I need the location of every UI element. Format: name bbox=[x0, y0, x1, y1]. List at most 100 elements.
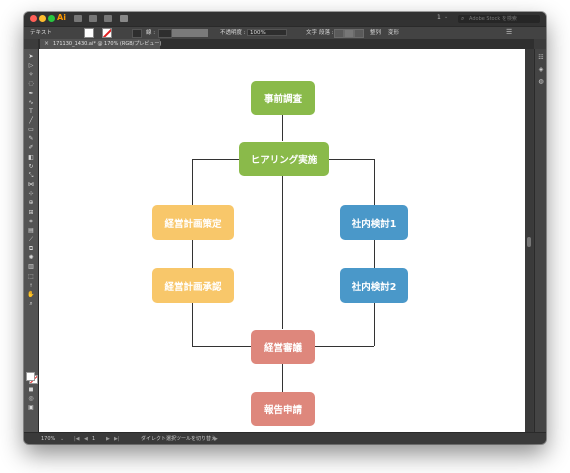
first-artboard-icon[interactable]: |◀ bbox=[74, 435, 80, 443]
search-placeholder: Adobe Stock を検索 bbox=[469, 16, 517, 22]
document-tab-bar: × 171130_1430.ai* @ 170% (RGB/プレビュー) bbox=[38, 39, 534, 49]
symbol-sprayer-tool-icon[interactable]: ✺ bbox=[27, 254, 35, 261]
bridge-icon[interactable] bbox=[74, 15, 82, 22]
arrange-documents-icon[interactable] bbox=[104, 15, 112, 22]
layers-panel-icon[interactable]: ◈ bbox=[538, 67, 544, 73]
eraser-tool-icon[interactable]: ◧ bbox=[27, 154, 35, 161]
color-mode-icon[interactable]: ◼ bbox=[27, 386, 35, 393]
next-artboard-icon[interactable]: ▶ bbox=[106, 435, 110, 443]
direct-selection-tool-icon[interactable]: ▷ bbox=[27, 62, 35, 69]
status-bar: 170% ⌄ |◀ ◀ 1 ▶ ▶| ダイレクト選択ツールを切り替え ▶ bbox=[24, 432, 546, 444]
paragraph-label[interactable]: 段落 : bbox=[319, 29, 334, 37]
mesh-tool-icon[interactable]: ⌗ bbox=[27, 218, 35, 225]
transform-label[interactable]: 変形 bbox=[388, 29, 399, 37]
status-arrow-icon[interactable]: ▶ bbox=[214, 435, 218, 443]
connector-line bbox=[374, 159, 375, 346]
node-plan-draft[interactable]: 経営計画策定 bbox=[152, 205, 234, 240]
shape-builder-tool-icon[interactable]: ⊕ bbox=[27, 199, 35, 206]
stroke-label: 線 : bbox=[146, 30, 156, 36]
scale-tool-icon[interactable]: ⤡ bbox=[27, 172, 35, 179]
arrange-label[interactable]: 整列 bbox=[370, 29, 381, 37]
connector-line bbox=[192, 159, 239, 160]
app-logo: Ai bbox=[57, 13, 66, 22]
properties-panel-icon[interactable]: ☷ bbox=[538, 55, 544, 61]
close-window-button[interactable] bbox=[30, 15, 37, 22]
graph-tool-icon[interactable]: ▥ bbox=[27, 263, 35, 270]
node-internal-review-2[interactable]: 社内検討2 bbox=[340, 268, 408, 303]
node-pre-survey[interactable]: 事前調査 bbox=[251, 81, 315, 115]
gradient-tool-icon[interactable]: ▤ bbox=[27, 227, 35, 234]
node-management-review[interactable]: 経営審議 bbox=[251, 330, 315, 364]
type-tool-icon[interactable]: T bbox=[27, 108, 35, 115]
zoom-dropdown-icon[interactable]: ⌄ bbox=[60, 435, 64, 443]
node-hearing[interactable]: ヒアリング実施 bbox=[239, 142, 329, 176]
magic-wand-tool-icon[interactable]: ✧ bbox=[27, 71, 35, 78]
stroke-weight-field[interactable] bbox=[158, 29, 172, 38]
align-center-button[interactable] bbox=[344, 29, 354, 38]
page-number: 1 bbox=[437, 14, 441, 21]
connector-line bbox=[192, 159, 193, 346]
character-label[interactable]: 文字 bbox=[306, 29, 317, 37]
connector-line bbox=[315, 346, 374, 347]
shaper-tool-icon[interactable]: ✐ bbox=[27, 144, 35, 151]
perspective-grid-tool-icon[interactable]: ⊞ bbox=[27, 209, 35, 216]
minimize-window-button[interactable] bbox=[39, 15, 46, 22]
previous-artboard-icon[interactable]: ◀ bbox=[84, 435, 88, 443]
slice-tool-icon[interactable]: ⟊ bbox=[27, 282, 35, 289]
hand-tool-icon[interactable]: ✋ bbox=[27, 291, 35, 298]
gpu-icon[interactable] bbox=[120, 15, 128, 22]
stroke-color-swatch[interactable] bbox=[102, 28, 112, 38]
eyedropper-tool-icon[interactable]: ⟋ bbox=[27, 236, 35, 243]
node-internal-review-1[interactable]: 社内検討1 bbox=[340, 205, 408, 240]
fill-swatch[interactable] bbox=[26, 372, 35, 381]
blend-tool-icon[interactable]: ⧉ bbox=[27, 245, 35, 252]
page-dropdown-icon[interactable]: ⌄ bbox=[444, 14, 448, 20]
opacity-field[interactable]: 100% bbox=[247, 29, 287, 36]
connector-line bbox=[282, 176, 283, 329]
width-tool-icon[interactable]: ⋈ bbox=[27, 181, 35, 188]
connector-line bbox=[329, 159, 374, 160]
status-tool-hint: ダイレクト選択ツールを切り替え bbox=[141, 436, 217, 442]
curvature-tool-icon[interactable]: ∿ bbox=[27, 99, 35, 106]
node-plan-approval[interactable]: 経営計画承認 bbox=[152, 268, 234, 303]
vertical-scroll-thumb[interactable] bbox=[527, 237, 531, 247]
pen-tool-icon[interactable]: ✒ bbox=[27, 90, 35, 97]
zoom-window-button[interactable] bbox=[48, 15, 55, 22]
screen-mode-icon[interactable]: ▣ bbox=[27, 404, 35, 411]
stock-icon[interactable] bbox=[89, 15, 97, 22]
selection-tool-icon[interactable]: ➤ bbox=[27, 53, 35, 60]
stock-search-input[interactable]: ⌕ Adobe Stock を検索 bbox=[458, 15, 540, 23]
vertical-scrollbar[interactable] bbox=[525, 49, 533, 432]
line-tool-icon[interactable]: ╱ bbox=[27, 117, 35, 124]
last-artboard-icon[interactable]: ▶| bbox=[114, 435, 120, 443]
zoom-tool-icon[interactable]: ⌕ bbox=[27, 300, 35, 307]
opacity-label: 不透明度 : bbox=[220, 30, 246, 36]
close-tab-icon[interactable]: × bbox=[44, 39, 49, 49]
connector-line bbox=[282, 364, 283, 392]
lasso-tool-icon[interactable]: ◌ bbox=[27, 80, 35, 87]
align-left-button[interactable] bbox=[334, 29, 344, 38]
zoom-level[interactable]: 170% bbox=[41, 435, 55, 443]
selection-type-label: テキスト bbox=[30, 30, 52, 36]
title-bar: Ai 1 ⌄ ⌕ Adobe Stock を検索 bbox=[24, 12, 546, 26]
align-right-button[interactable] bbox=[354, 29, 364, 38]
rectangle-tool-icon[interactable]: ▭ bbox=[27, 126, 35, 133]
tools-panel: ➤ ▷ ✧ ◌ ✒ ∿ T ╱ ▭ ✎ ✐ ◧ ↻ ⤡ ⋈ ⊹ ⊕ ⊞ ⌗ ▤ … bbox=[24, 49, 39, 434]
search-icon: ⌕ bbox=[461, 15, 465, 22]
stroke-arrows[interactable] bbox=[132, 29, 142, 38]
node-report-apply[interactable]: 報告申請 bbox=[251, 392, 315, 426]
artboard-number[interactable]: 1 bbox=[92, 435, 95, 443]
document-tab[interactable]: × 171130_1430.ai* @ 170% (RGB/プレビュー) bbox=[40, 39, 161, 49]
variable-width-profile[interactable] bbox=[172, 29, 208, 37]
paintbrush-tool-icon[interactable]: ✎ bbox=[27, 135, 35, 142]
libraries-panel-icon[interactable]: ◍ bbox=[538, 79, 544, 85]
rotate-tool-icon[interactable]: ↻ bbox=[27, 163, 35, 170]
artboard-canvas[interactable]: 事前調査 ヒアリング実施 経営計画策定 経営計画承認 社内検討1 社内検討2 経… bbox=[39, 49, 525, 432]
app-window: Ai 1 ⌄ ⌕ Adobe Stock を検索 テキスト 線 : 不透明度 :… bbox=[24, 12, 546, 444]
fill-color-swatch[interactable] bbox=[84, 28, 94, 38]
draw-mode-icon[interactable]: ◎ bbox=[27, 395, 35, 402]
connector-line bbox=[282, 115, 283, 141]
panel-menu-icon[interactable]: ☰ bbox=[506, 28, 512, 36]
artboard-tool-icon[interactable]: ⬚ bbox=[27, 273, 35, 280]
free-transform-tool-icon[interactable]: ⊹ bbox=[27, 190, 35, 197]
